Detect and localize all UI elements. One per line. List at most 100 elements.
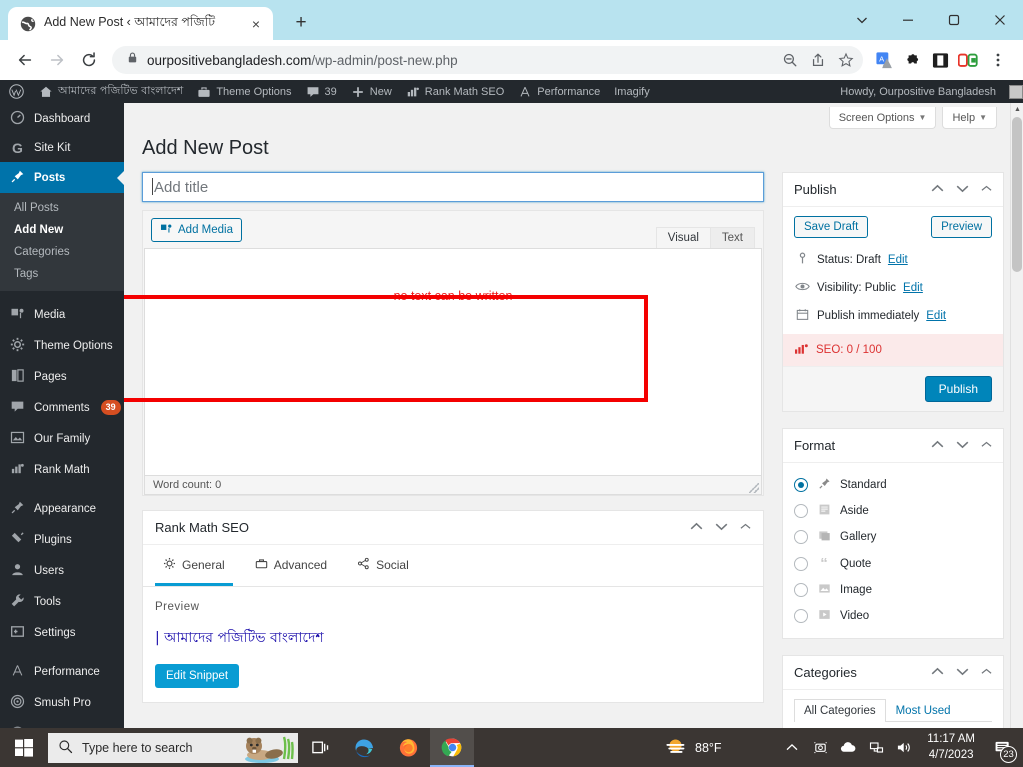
sidebar-subitem-categories[interactable]: Categories (0, 241, 124, 263)
browser-tab[interactable]: Add New Post ‹ আমাদের পজিটি × (8, 7, 273, 40)
sidebar-item-performance[interactable]: Performance (0, 656, 124, 687)
sidebar-subitem-all-posts[interactable]: All Posts (0, 197, 124, 219)
three-dot-menu-icon[interactable] (983, 45, 1013, 75)
camera-icon[interactable] (807, 728, 833, 767)
format-option-gallery[interactable]: Gallery (794, 524, 992, 550)
tab-text[interactable]: Text (709, 227, 755, 248)
start-button[interactable] (0, 728, 48, 767)
tab-advanced[interactable]: Advanced (247, 545, 335, 586)
minimize-icon[interactable] (885, 0, 931, 40)
firefox-icon[interactable] (386, 728, 430, 767)
scrollbar-thumb[interactable] (1012, 117, 1022, 272)
radio-gallery[interactable] (794, 530, 808, 544)
admin-bar-theme-options[interactable]: Theme Options (190, 80, 298, 103)
radio-aside[interactable] (794, 504, 808, 518)
bookmark-star-icon[interactable] (833, 47, 859, 73)
sidebar-item-rank-math[interactable]: Rank Math (0, 454, 124, 485)
network-icon[interactable] (863, 728, 889, 767)
back-arrow-icon[interactable] (10, 45, 40, 75)
reload-icon[interactable] (74, 45, 104, 75)
schedule-edit-link[interactable]: Edit (926, 310, 946, 322)
scroll-up-icon[interactable]: ▲ (1011, 103, 1023, 116)
sidebar-item-media[interactable]: Media (0, 299, 124, 330)
maximize-icon[interactable] (931, 0, 977, 40)
radio-video[interactable] (794, 609, 808, 623)
tab-social[interactable]: Social (349, 545, 417, 586)
admin-bar-rank-math[interactable]: Rank Math SEO (399, 80, 511, 103)
preview-button[interactable]: Preview (931, 216, 992, 238)
admin-bar-site-name[interactable]: আমাদের পজিটিভ বাংলাদেশ (32, 80, 190, 103)
format-option-quote[interactable]: “ Quote (794, 550, 992, 577)
move-down-icon[interactable] (956, 667, 969, 679)
tab-general[interactable]: General (155, 545, 233, 586)
avatar[interactable] (1009, 84, 1023, 99)
move-down-icon[interactable] (956, 184, 969, 196)
toggle-panel-icon[interactable] (981, 440, 992, 451)
tab-visual[interactable]: Visual (655, 227, 711, 249)
admin-bar-account[interactable]: Howdy, Ourpositive Bangladesh (833, 80, 1023, 103)
radio-image[interactable] (794, 583, 808, 597)
admin-bar-comments[interactable]: 39 (299, 80, 344, 103)
move-down-icon[interactable] (715, 522, 728, 534)
taskbar-search-box[interactable]: Type here to search (48, 732, 298, 763)
editor-content-area[interactable]: no text can be written (144, 248, 762, 476)
chevron-down-icon[interactable] (839, 0, 885, 40)
sidebar-item-site-kit[interactable]: G Site Kit (0, 134, 124, 162)
sidebar-subitem-tags[interactable]: Tags (0, 263, 124, 285)
toggle-panel-icon[interactable] (981, 667, 992, 678)
screen-options-button[interactable]: Screen Options ▼ (828, 107, 937, 129)
tab-all-categories[interactable]: All Categories (794, 699, 886, 722)
taskbar-weather[interactable]: 88°F (664, 737, 722, 759)
radio-standard[interactable] (794, 478, 808, 492)
add-media-button[interactable]: Add Media (151, 217, 242, 242)
sidebar-item-plugins[interactable]: Plugins (0, 524, 124, 555)
edit-snippet-button[interactable]: Edit Snippet (155, 664, 240, 688)
radio-quote[interactable] (794, 556, 808, 571)
share-icon[interactable] (805, 47, 831, 73)
forward-arrow-icon[interactable] (42, 45, 72, 75)
format-option-standard[interactable]: Standard (794, 472, 992, 498)
wordpress-logo-icon[interactable] (0, 80, 32, 103)
toggle-panel-icon[interactable] (981, 184, 992, 195)
admin-bar-imagify[interactable]: Imagify (607, 80, 656, 103)
move-up-icon[interactable] (931, 184, 944, 196)
sidebar-item-smush-pro[interactable]: Smush Pro (0, 687, 124, 718)
sidebar-subitem-add-new[interactable]: Add New (0, 219, 124, 241)
volume-icon[interactable] (891, 728, 917, 767)
translate-icon[interactable]: A (871, 47, 897, 73)
sidebar-item-theme-options[interactable]: Theme Options (0, 330, 124, 361)
admin-bar-new[interactable]: New (344, 80, 399, 103)
status-edit-link[interactable]: Edit (888, 254, 908, 266)
sidebar-item-settings[interactable]: Settings (0, 617, 124, 648)
sidebar-item-comments[interactable]: Comments 39 (0, 392, 124, 423)
move-down-icon[interactable] (956, 440, 969, 452)
onedrive-icon[interactable] (835, 728, 861, 767)
sidebar-item-tools[interactable]: Tools (0, 586, 124, 617)
address-bar[interactable]: ourpositivebangladesh.com/wp-admin/post-… (112, 46, 863, 74)
post-title-field[interactable]: Add title (142, 172, 764, 202)
chevron-up-icon[interactable] (779, 728, 805, 767)
sidebar-item-posts[interactable]: Posts (0, 162, 124, 193)
grammarly-icon[interactable] (955, 47, 981, 73)
format-option-aside[interactable]: Aside (794, 498, 992, 524)
sidebar-item-appearance[interactable]: Appearance (0, 493, 124, 524)
tab-most-used[interactable]: Most Used (886, 699, 961, 722)
notification-center-button[interactable]: 23 (985, 728, 1019, 767)
sidebar-item-users[interactable]: Users (0, 555, 124, 586)
close-icon[interactable] (977, 0, 1023, 40)
admin-bar-performance[interactable]: Performance (511, 80, 607, 103)
visibility-edit-link[interactable]: Edit (903, 282, 923, 294)
move-up-icon[interactable] (931, 440, 944, 452)
sidebar-item-pages[interactable]: Pages (0, 361, 124, 392)
sidebar-icon[interactable] (927, 47, 953, 73)
move-up-icon[interactable] (931, 667, 944, 679)
sidebar-item-our-family[interactable]: Our Family (0, 423, 124, 454)
page-scrollbar[interactable]: ▲ (1010, 103, 1023, 767)
sidebar-item-dashboard[interactable]: Dashboard (0, 103, 124, 134)
save-draft-button[interactable]: Save Draft (794, 216, 869, 238)
move-up-icon[interactable] (690, 522, 703, 534)
taskbar-clock[interactable]: 11:17 AM 4/7/2023 (919, 732, 983, 763)
new-tab-button[interactable]: + (287, 9, 315, 37)
edge-icon[interactable] (342, 728, 386, 767)
publish-button[interactable]: Publish (924, 376, 992, 402)
